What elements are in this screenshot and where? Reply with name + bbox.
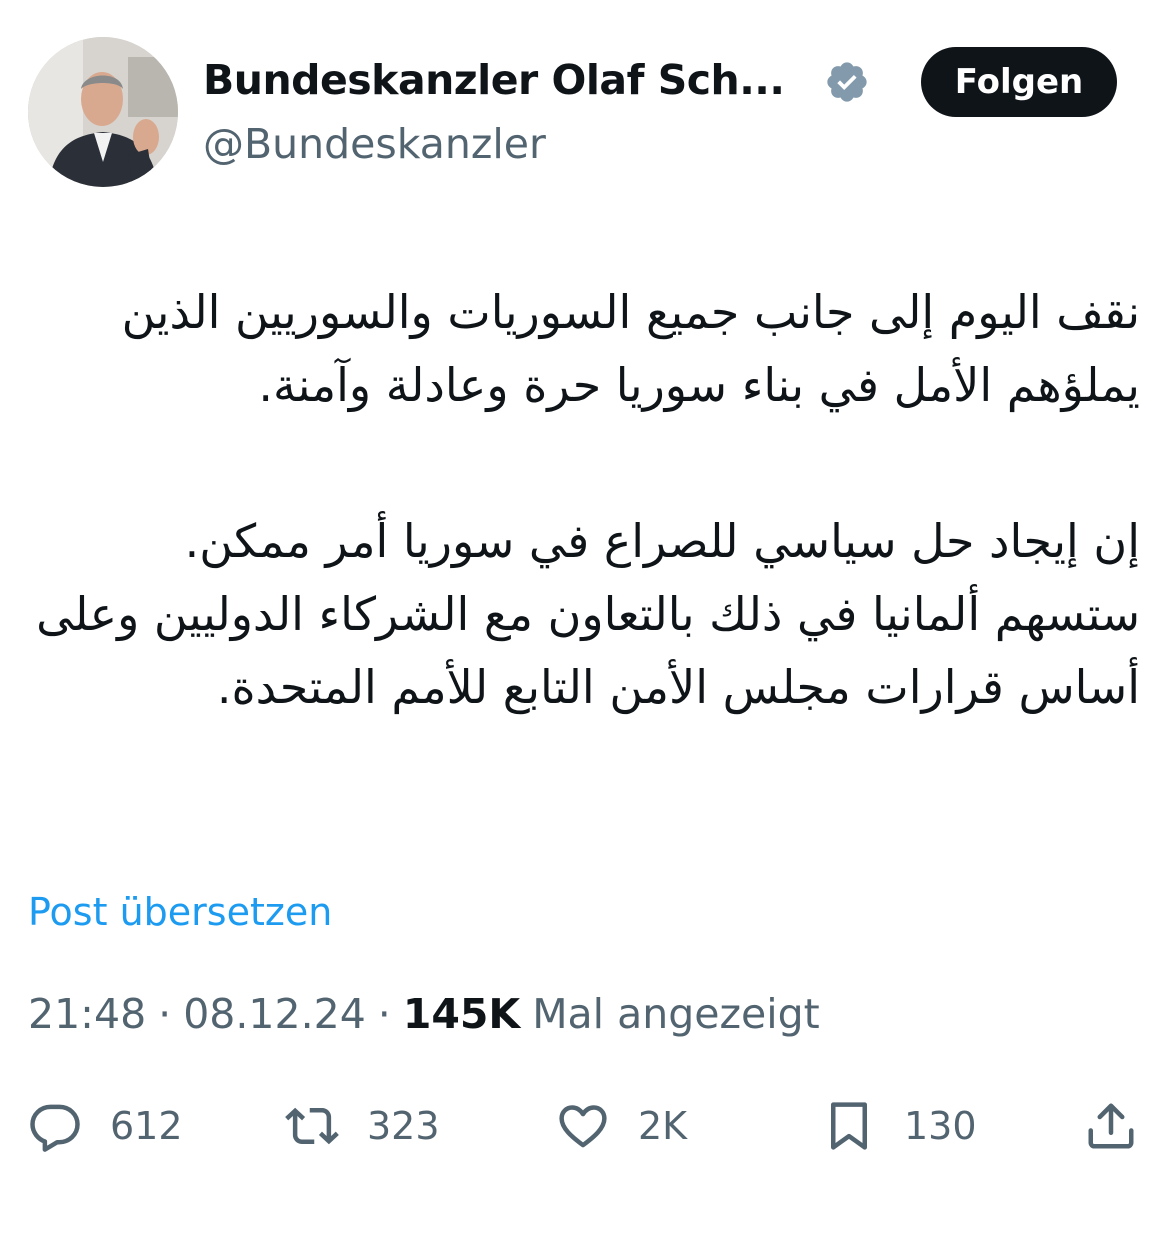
avatar-photo	[28, 37, 178, 187]
heart-icon	[559, 1105, 607, 1148]
meta-separator: ·	[377, 990, 391, 1038]
cut-off-next-line	[28, 1232, 628, 1252]
author-handle[interactable]: @Bundeskanzler	[203, 120, 546, 168]
tweet-text-paragraph-2: إن إيجاد حل سياسي للصراع في سوريا أمر مم…	[36, 514, 1140, 714]
meta-separator: ·	[158, 990, 172, 1038]
follow-button[interactable]: Folgen	[921, 47, 1117, 117]
bookmark-button[interactable]: 130	[822, 1096, 977, 1156]
repost-count: 323	[367, 1104, 440, 1148]
post-time[interactable]: 21:48	[28, 990, 146, 1038]
share-icon	[1088, 1103, 1134, 1149]
verified-badge-icon	[827, 62, 867, 102]
reply-button[interactable]: 612	[28, 1096, 183, 1156]
author-name[interactable]: Bundeskanzler Olaf Sch...	[203, 56, 785, 104]
views-label: Mal angezeigt	[532, 990, 820, 1038]
cut-off-placeholder	[28, 1236, 628, 1252]
tweet-text-paragraph-1: نقف اليوم إلى جانب جميع السوريات والسوري…	[121, 285, 1140, 412]
reply-icon	[30, 1104, 80, 1152]
like-button[interactable]: 2K	[556, 1096, 687, 1156]
views-count: 145K	[402, 990, 521, 1038]
bookmark-count: 130	[904, 1104, 977, 1148]
share-button[interactable]	[1084, 1096, 1138, 1156]
repost-button[interactable]: 323	[285, 1096, 440, 1156]
bookmark-icon	[831, 1102, 867, 1150]
author-avatar[interactable]	[28, 37, 178, 187]
repost-icon	[285, 1107, 339, 1145]
translate-post-link[interactable]: Post übersetzen	[28, 890, 332, 934]
post-date[interactable]: 08.12.24	[183, 990, 366, 1038]
like-count: 2K	[638, 1104, 688, 1148]
tweet-meta: 21:48 · 08.12.24 · 145K Mal angezeigt	[28, 990, 820, 1038]
reply-count: 612	[110, 1104, 183, 1148]
